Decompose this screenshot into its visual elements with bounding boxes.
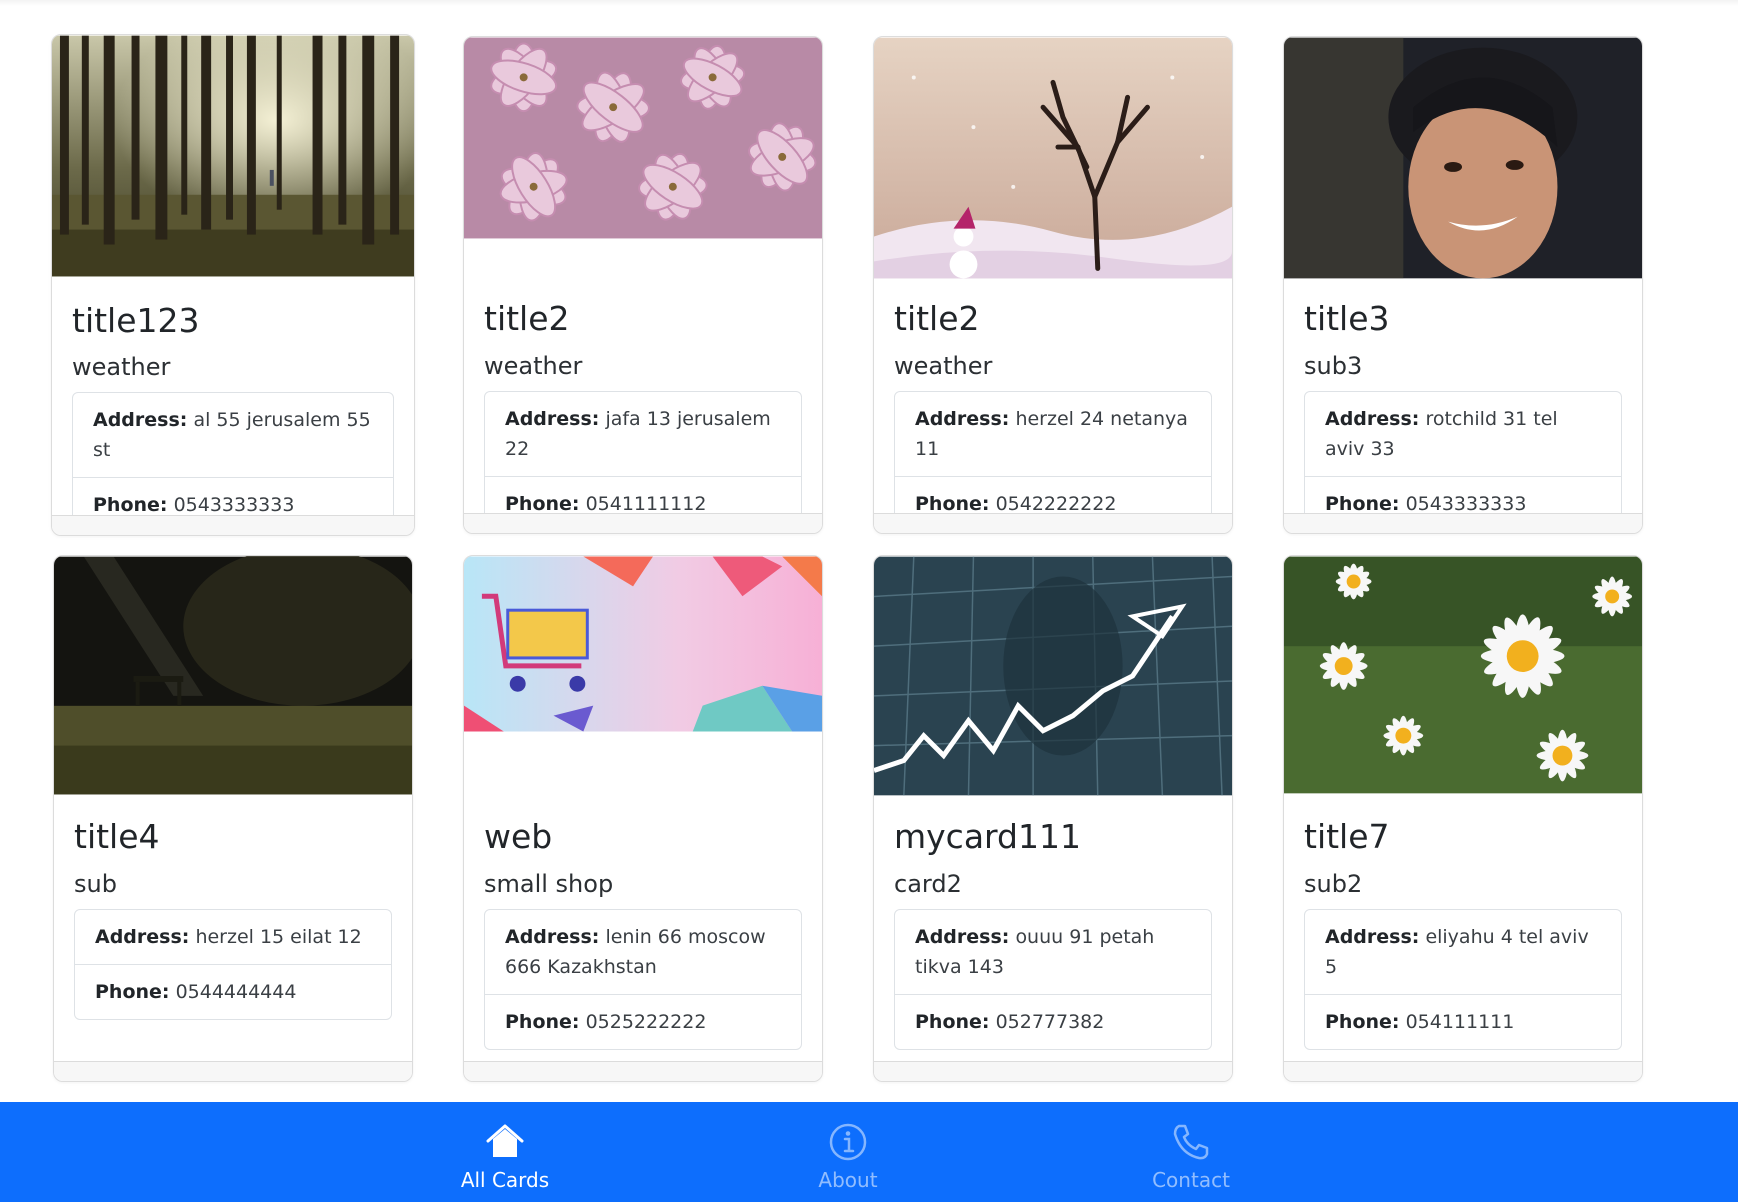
address-value: herzel 15 eilat 12	[195, 926, 362, 948]
card-details-list: Address: jafa 13 jerusalem 22 Phone: 054…	[484, 391, 802, 532]
card-details-list: Address: rotchild 31 tel aviv 33 Phone: …	[1304, 391, 1622, 532]
card-details-list: Address: eliyahu 4 tel aviv 5 Phone: 054…	[1304, 909, 1622, 1050]
card-title: mycard111	[894, 817, 1081, 856]
phone-icon	[1173, 1124, 1209, 1160]
nav-label: About	[818, 1168, 878, 1192]
info-icon	[829, 1123, 867, 1161]
card-subtitle: weather	[894, 352, 993, 380]
phone-value: 0543333333	[173, 494, 295, 516]
card-title: title7	[1304, 817, 1390, 856]
card-title: title123	[72, 301, 200, 340]
address-item: Address: ouuu 91 petah tikva 143	[895, 910, 1211, 995]
card-details-list: Address: ouuu 91 petah tikva 143 Phone: …	[894, 909, 1212, 1050]
address-item: Address: jafa 13 jerusalem 22	[485, 392, 801, 477]
card-title: title2	[484, 299, 570, 338]
card-subtitle: sub2	[1304, 870, 1363, 898]
shopping-cart-image	[464, 556, 822, 732]
card-footer	[874, 513, 1232, 533]
card-details-list: Address: herzel 24 netanya 11 Phone: 054…	[894, 391, 1212, 532]
daisies-image	[1284, 556, 1642, 794]
phone-value: 054111111	[1405, 1011, 1515, 1033]
nav-about[interactable]: About	[768, 1102, 928, 1202]
nav-label: Contact	[1152, 1168, 1230, 1192]
address-item: Address: lenin 66 moscow 666 Kazakhstan	[485, 910, 801, 995]
business-card[interactable]: title2 weather Address: herzel 24 netany…	[873, 36, 1233, 534]
card-title: web	[484, 817, 553, 856]
phone-value: 0544444444	[175, 981, 297, 1003]
business-card[interactable]: title3 sub3 Address: rotchild 31 tel avi…	[1283, 36, 1643, 534]
phone-item: Phone: 0525222222	[485, 995, 801, 1049]
phone-item: Phone: 054111111	[1305, 995, 1621, 1049]
card-footer	[52, 515, 414, 535]
bottom-navigation: All Cards About Contact	[0, 1102, 1738, 1202]
address-label: Address:	[915, 926, 1010, 948]
card-subtitle: small shop	[484, 870, 614, 898]
address-label: Address:	[1325, 926, 1420, 948]
card-title: title4	[74, 817, 160, 856]
address-label: Address:	[915, 408, 1010, 430]
address-label: Address:	[505, 926, 600, 948]
dark-park-bench-image	[54, 556, 412, 795]
phone-item: Phone: 0544444444	[75, 965, 391, 1019]
business-card[interactable]: title2 weather Address: jafa 13 jerusale…	[463, 36, 823, 534]
address-item: Address: eliyahu 4 tel aviv 5	[1305, 910, 1621, 995]
address-label: Address:	[1325, 408, 1420, 430]
address-label: Address:	[505, 408, 600, 430]
address-item: Address: herzel 15 eilat 12	[75, 910, 391, 965]
card-details-list: Address: herzel 15 eilat 12 Phone: 05444…	[74, 909, 392, 1020]
address-label: Address:	[95, 926, 190, 948]
winter-tree-image	[874, 37, 1232, 279]
phone-label: Phone:	[915, 493, 990, 515]
card-footer	[1284, 513, 1642, 533]
nav-label: All Cards	[460, 1168, 550, 1192]
card-details-list: Address: al 55 jerusalem 55 st Phone: 05…	[72, 392, 394, 533]
phone-label: Phone:	[505, 493, 580, 515]
forest-image	[52, 35, 414, 277]
address-item: Address: herzel 24 netanya 11	[895, 392, 1211, 477]
card-subtitle: weather	[72, 353, 171, 381]
address-label: Address:	[93, 409, 188, 431]
business-card[interactable]: title4 sub Address: herzel 15 eilat 12 P…	[53, 555, 413, 1082]
phone-value: 0542222222	[995, 493, 1117, 515]
address-item: Address: rotchild 31 tel aviv 33	[1305, 392, 1621, 477]
card-footer	[1284, 1061, 1642, 1081]
card-details-list: Address: lenin 66 moscow 666 Kazakhstan …	[484, 909, 802, 1050]
phone-label: Phone:	[93, 494, 168, 516]
card-title: title3	[1304, 299, 1390, 338]
card-subtitle: weather	[484, 352, 583, 380]
nav-all-cards[interactable]: All Cards	[425, 1102, 585, 1202]
business-card[interactable]: mycard111 card2 Address: ouuu 91 petah t…	[873, 555, 1233, 1082]
card-subtitle: sub3	[1304, 352, 1363, 380]
phone-value: 0543333333	[1405, 493, 1527, 515]
stock-chart-image	[874, 556, 1232, 796]
smiling-boy-image	[1284, 37, 1642, 279]
phone-label: Phone:	[915, 1011, 990, 1033]
address-item: Address: al 55 jerusalem 55 st	[73, 393, 393, 478]
card-subtitle: card2	[894, 870, 962, 898]
business-card[interactable]: web small shop Address: lenin 66 moscow …	[463, 555, 823, 1082]
card-footer	[54, 1061, 412, 1081]
card-subtitle: sub	[74, 870, 117, 898]
phone-label: Phone:	[1325, 1011, 1400, 1033]
pink-flowers-image	[464, 37, 822, 239]
card-footer	[464, 513, 822, 533]
card-footer	[874, 1061, 1232, 1081]
home-icon	[486, 1124, 524, 1157]
business-card[interactable]: title7 sub2 Address: eliyahu 4 tel aviv …	[1283, 555, 1643, 1082]
phone-value: 0525222222	[585, 1011, 707, 1033]
business-card[interactable]: title123 weather Address: al 55 jerusale…	[51, 34, 415, 536]
phone-value: 052777382	[995, 1011, 1105, 1033]
phone-label: Phone:	[95, 981, 170, 1003]
phone-label: Phone:	[1325, 493, 1400, 515]
phone-label: Phone:	[505, 1011, 580, 1033]
cards-grid: title123 weather Address: al 55 jerusale…	[0, 0, 1738, 1102]
phone-value: 0541111112	[585, 493, 707, 515]
card-footer	[464, 1061, 822, 1081]
card-title: title2	[894, 299, 980, 338]
nav-contact[interactable]: Contact	[1111, 1102, 1271, 1202]
phone-item: Phone: 052777382	[895, 995, 1211, 1049]
